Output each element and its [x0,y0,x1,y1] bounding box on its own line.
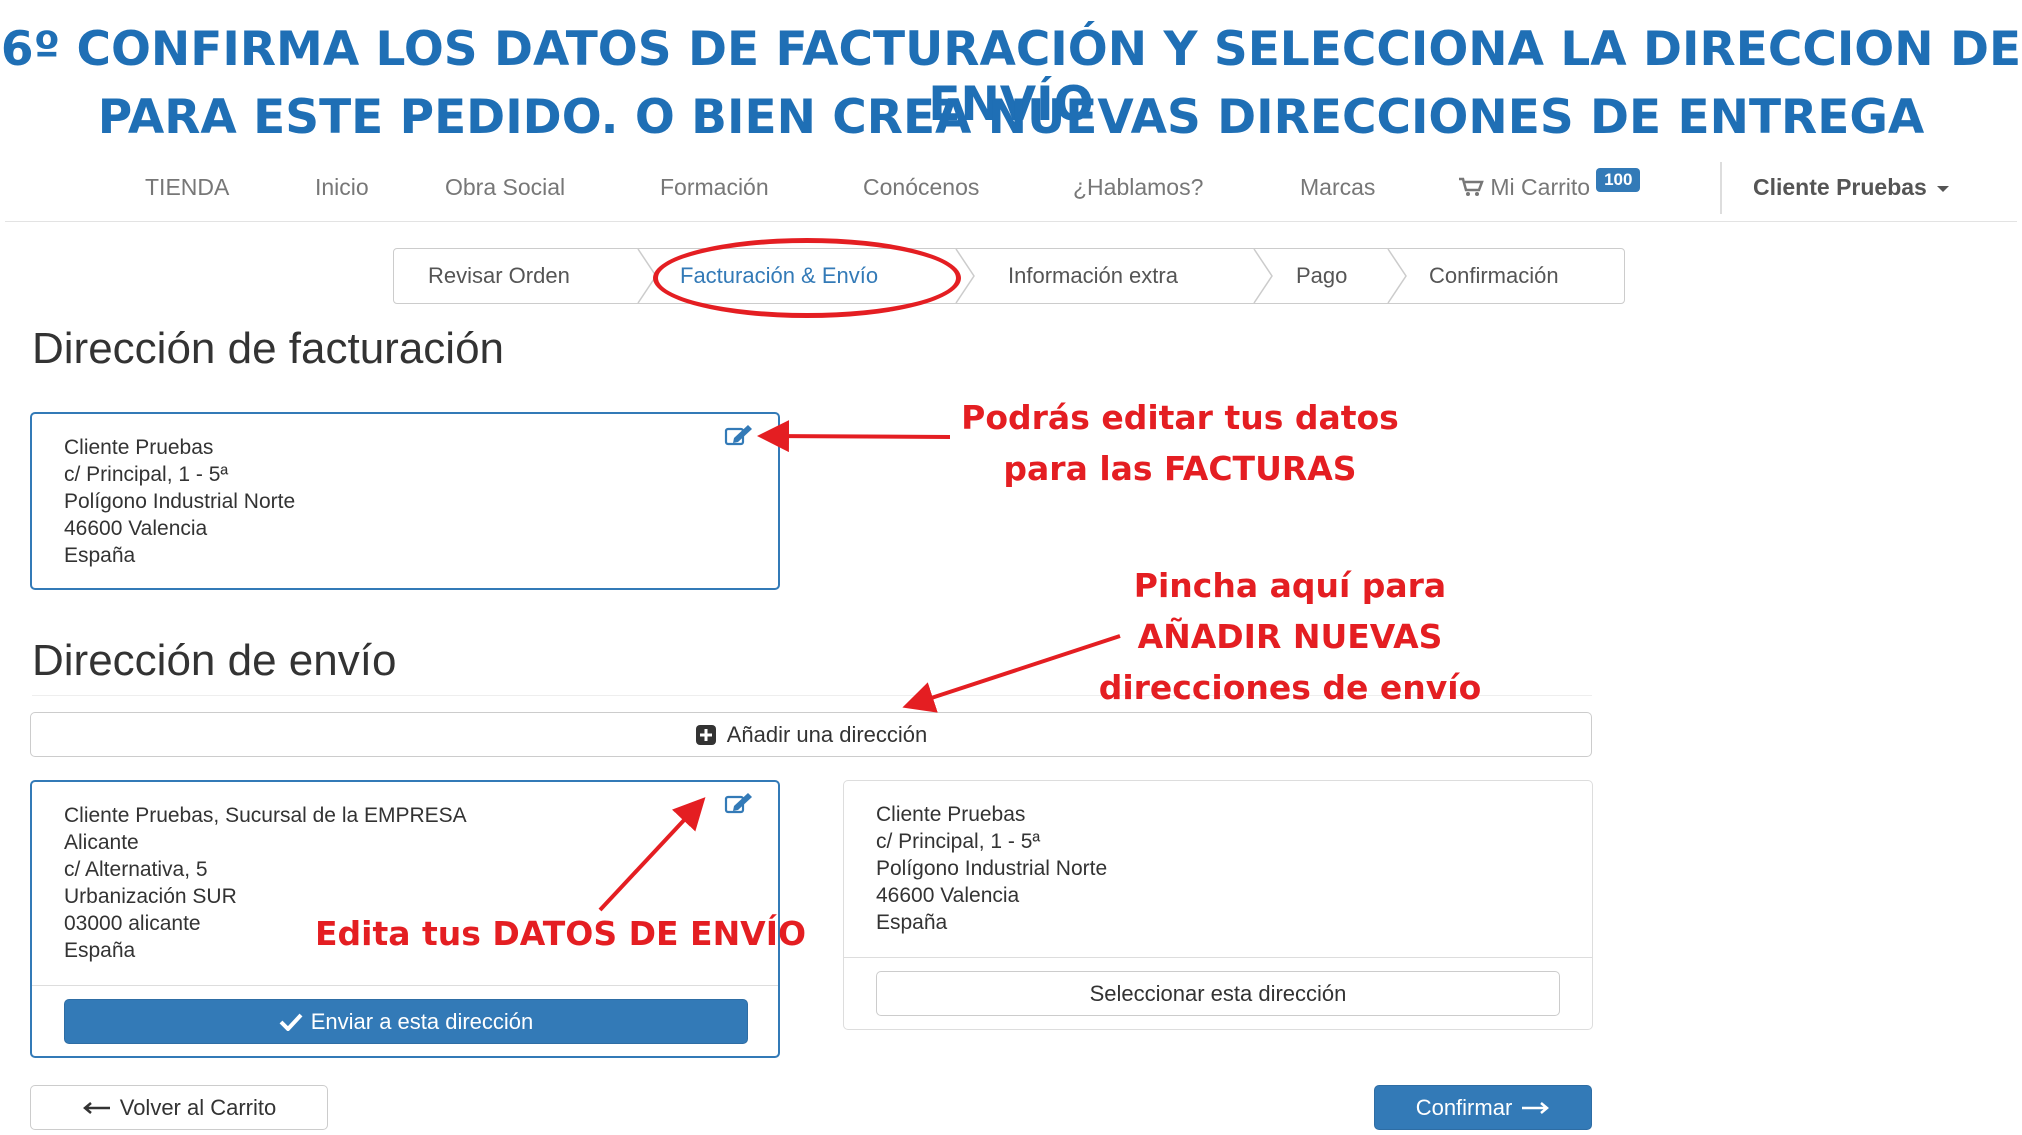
annotation-line: AÑADIR NUEVAS [1137,617,1443,656]
shipping-alt-line: Polígono Industrial Norte [876,857,1108,880]
edit-icon[interactable] [724,792,754,814]
confirm-button[interactable]: Confirmar [1374,1085,1592,1130]
shipping-title: Dirección de envío [32,636,397,685]
arrow-right-icon [1522,1101,1550,1114]
ship-to-address-label: Enviar a esta dirección [310,1008,534,1034]
nav-divider [1720,162,1722,214]
shipping-alt-line: España [876,911,948,934]
select-address-button[interactable]: Seleccionar esta dirección [876,971,1560,1016]
billing-edit-annotation: Podrás editar tus datos para las FACTURA… [925,392,1435,494]
add-address-button[interactable]: Añadir una dirección [30,712,1592,757]
panel-divider [32,985,778,986]
shipping-line: Cliente Pruebas, Sucursal de la EMPRESA [64,804,467,827]
panel-divider [844,957,1592,958]
nav-formacion[interactable]: Formación [660,174,769,201]
shipping-alt-line: Cliente Pruebas [876,803,1026,826]
nav-obra-social[interactable]: Obra Social [445,174,565,201]
cart-label: Mi Carrito [1490,174,1591,200]
edit-icon[interactable] [724,424,754,446]
step-pago[interactable]: Pago [1296,263,1347,289]
check-icon [279,1013,303,1031]
shipping-alt-line: 46600 Valencia [876,884,1020,907]
top-navbar: TIENDA Inicio Obra Social Formación Conó… [5,160,2017,222]
billing-line: Cliente Pruebas [64,436,214,459]
banner-title-line-2: PARA ESTE PEDIDO. O BIEN CREA NUEVAS DIR… [97,90,1925,145]
step-confirmacion[interactable]: Confirmación [1429,263,1559,289]
add-address-annotation: Pincha aquí para AÑADIR NUEVAS direccion… [1070,560,1510,713]
cart-icon [1459,177,1484,196]
plus-square-icon [695,724,716,745]
nav-conocenos[interactable]: Conócenos [863,174,979,201]
user-menu[interactable]: Cliente Pruebas [1753,174,1949,201]
nav-inicio[interactable]: Inicio [315,174,369,201]
step-separator [1253,249,1273,303]
billing-address-panel: Cliente Pruebas c/ Principal, 1 - 5ª Pol… [30,412,780,590]
step-revisar-orden[interactable]: Revisar Orden [428,263,570,289]
nav-marcas[interactable]: Marcas [1300,174,1375,201]
arrow-left-icon [82,1101,110,1114]
annotation-line: Podrás editar tus datos [961,398,1399,437]
billing-line: España [64,544,136,567]
shipping-line: Alicante [64,831,139,854]
back-to-cart-label: Volver al Carrito [119,1094,277,1120]
arrow-to-billing-edit [757,420,951,453]
billing-title: Dirección de facturación [32,324,505,373]
nav-cart[interactable]: Mi Carrito 100 [1458,168,1641,202]
step-separator [1387,249,1407,303]
annotation-line: direcciones de envío [1098,668,1482,707]
shipping-alt-line: c/ Principal, 1 - 5ª [876,830,1041,853]
checkout-stepper: Revisar Orden Facturación & Envío Inform… [393,248,1625,304]
annotation-line: para las FACTURAS [1003,449,1357,488]
shipping-line: Urbanización SUR [64,885,237,908]
nav-tienda[interactable]: TIENDA [145,174,229,201]
add-address-label: Añadir una dirección [726,721,928,747]
annotation-line: Pincha aquí para [1133,566,1447,605]
shipping-line: c/ Alternativa, 5 [64,858,208,881]
shipping-edit-annotation: Edita tus DATOS DE ENVÍO [315,914,807,953]
shipping-address-panel-alt: Cliente Pruebas c/ Principal, 1 - 5ª Pol… [843,780,1593,1030]
select-address-label: Seleccionar esta dirección [1089,980,1347,1006]
shipping-line: España [64,939,136,962]
nav-hablamos[interactable]: ¿Hablamos? [1073,174,1203,201]
back-to-cart-button[interactable]: Volver al Carrito [30,1085,328,1130]
billing-line: Polígono Industrial Norte [64,490,296,513]
caret-down-icon [1936,185,1949,192]
billing-line: c/ Principal, 1 - 5ª [64,463,229,486]
cart-count-badge: 100 [1596,168,1641,192]
highlight-ring [653,238,961,318]
confirm-label: Confirmar [1415,1094,1513,1120]
billing-line: 46600 Valencia [64,517,208,540]
shipping-line: 03000 alicante [64,912,201,935]
ship-to-address-button[interactable]: Enviar a esta dirección [64,999,748,1044]
user-name: Cliente Pruebas [1753,174,1927,200]
step-informacion-extra[interactable]: Información extra [1008,263,1178,289]
